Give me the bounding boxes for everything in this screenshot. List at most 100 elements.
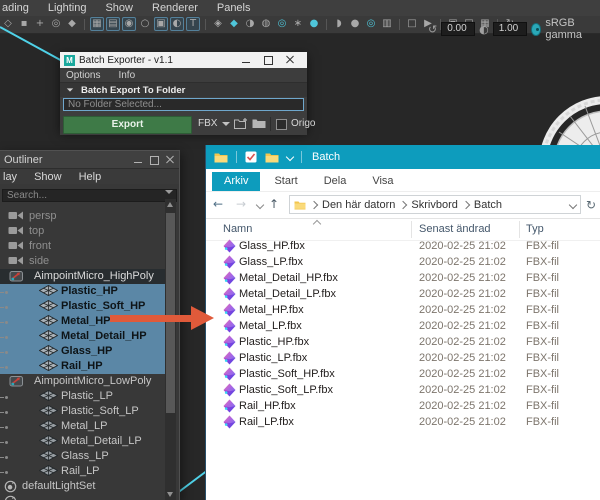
point-snap-icon[interactable]: ◉ (122, 17, 136, 31)
outliner-item-top[interactable]: top (0, 224, 165, 239)
format-dropdown-caret-icon[interactable] (222, 122, 230, 126)
half-circle-icon[interactable]: ◗ (332, 17, 346, 31)
rotate-snap-field[interactable]: 0.00 (441, 22, 476, 36)
scrollbar-thumb[interactable] (166, 213, 175, 413)
wireframe-display-icon[interactable]: ◎ (275, 17, 289, 31)
up-icon[interactable]: ↑ (269, 197, 279, 211)
batch-exporter-menu-item[interactable]: Info (118, 70, 135, 81)
folder-path-field[interactable] (63, 98, 304, 111)
outliner-item-Plastic_LP[interactable]: Plastic_LP (0, 389, 165, 404)
rotate-snap-icon[interactable]: ↺ (428, 23, 437, 36)
outliner-item-Metal_HP[interactable]: Metal_HP (0, 314, 165, 329)
maya-menu-item[interactable]: Panels (217, 2, 251, 14)
file-row[interactable]: Rail_HP.fbx 2020-02-25 21:02 FBX-fil (206, 398, 600, 414)
file-row[interactable]: Rail_LP.fbx 2020-02-25 21:02 FBX-fil (206, 414, 600, 430)
ribbon-tab-visa[interactable]: Visa (360, 172, 405, 191)
address-dropdown-caret-icon[interactable] (568, 200, 578, 209)
half-tool-icon[interactable]: ◐ (170, 17, 184, 31)
shaded-display-icon[interactable]: ◑ (243, 17, 257, 31)
select-box-icon[interactable]: □ (405, 17, 419, 31)
sphere-display-icon[interactable]: ● (307, 17, 321, 31)
recent-locations-caret-icon[interactable] (255, 200, 265, 210)
outliner-item-AimpointMicro_LowPoly[interactable]: AimpointMicro_LowPoly (0, 374, 165, 389)
outliner-item-Metal_Detail_HP[interactable]: Metal_Detail_HP (0, 329, 165, 344)
outliner-menu-item[interactable]: Show (34, 171, 62, 183)
cube-display-icon[interactable]: ◆ (227, 17, 241, 31)
open-folder-icon[interactable] (252, 117, 266, 132)
file-row[interactable]: Plastic_LP.fbx 2020-02-25 21:02 FBX-fil (206, 350, 600, 366)
file-row[interactable]: Metal_Detail_LP.fbx 2020-02-25 21:02 FBX-f… (206, 286, 600, 302)
scale-snap-field[interactable]: 1.00 (492, 22, 527, 36)
export-button[interactable]: Export (63, 116, 192, 134)
file-row[interactable]: Glass_HP.fbx 2020-02-25 21:02 FBX-fil (206, 238, 600, 254)
breadcrumb[interactable]: Den här datorn Skrivbord Batch (309, 199, 502, 211)
scroll-down-icon[interactable] (167, 492, 173, 497)
target-tool-icon[interactable]: ◎ (49, 17, 63, 31)
back-icon[interactable]: ← (213, 197, 223, 211)
outliner-scrollbar[interactable] (165, 199, 176, 500)
minimize-icon[interactable] (239, 55, 261, 65)
maximize-icon[interactable] (261, 55, 283, 65)
outliner-item-Rail_HP[interactable]: Rail_HP (0, 359, 165, 374)
lattice-icon[interactable]: ◈ (211, 17, 225, 31)
new-folder-icon[interactable] (234, 117, 249, 133)
maya-menu-item[interactable]: Show (105, 2, 133, 14)
file-row[interactable]: Metal_LP.fbx 2020-02-25 21:02 FBX-fil (206, 318, 600, 334)
outliner-item-Metal_Detail_LP[interactable]: Metal_Detail_LP (0, 434, 165, 449)
dot-icon[interactable]: ● (348, 17, 362, 31)
file-row[interactable]: Plastic_HP.fbx 2020-02-25 21:02 FBX-fil (206, 334, 600, 350)
ribbon-tab-start[interactable]: Start (262, 172, 309, 191)
minimize-icon[interactable] (131, 155, 147, 165)
batch-export-section-header[interactable]: Batch Export To Folder (60, 82, 307, 97)
format-dropdown[interactable]: FBX (198, 118, 217, 129)
origo-checkbox[interactable] (276, 119, 287, 130)
outliner-item-front[interactable]: front (0, 239, 165, 254)
column-header-name[interactable]: Namn (223, 223, 252, 235)
file-row[interactable]: Glass_LP.fbx 2020-02-25 21:02 FBX-fil (206, 254, 600, 270)
grid-snap-icon[interactable]: ▦ (90, 17, 104, 31)
textured-display-icon[interactable]: ◍ (259, 17, 273, 31)
file-row[interactable]: Plastic_Soft_HP.fbx 2020-02-25 21:02 FBX-f… (206, 366, 600, 382)
add-tool-icon[interactable]: + (33, 17, 47, 31)
color-management-icon[interactable] (530, 22, 542, 36)
refresh-icon[interactable]: ↻ (586, 198, 596, 212)
circle-tool-icon[interactable]: ○ (138, 17, 152, 31)
outliner-item-Plastic_Soft_LP[interactable]: Plastic_Soft_LP (0, 404, 165, 419)
close-icon[interactable] (283, 55, 305, 65)
column-header-modified[interactable]: Senast ändrad (419, 223, 491, 235)
column-divider[interactable] (519, 221, 520, 238)
outliner-item-Plastic_HP[interactable]: Plastic_HP (0, 284, 165, 299)
light-display-icon[interactable]: ∗ (291, 17, 305, 31)
solid-diamond-tool-icon[interactable]: ◆ (65, 17, 79, 31)
maya-menu-item[interactable]: ading (2, 2, 29, 14)
batch-exporter-titlebar[interactable]: M Batch Exporter - v1.1 (60, 52, 307, 68)
maya-menu-item[interactable]: Renderer (152, 2, 198, 14)
properties-check-icon[interactable] (245, 151, 257, 163)
outliner-item-persp[interactable]: persp (0, 209, 165, 224)
stripes-icon[interactable]: ▥ (380, 17, 394, 31)
qat-customize-caret-icon[interactable] (285, 152, 295, 162)
outliner-item-Glass_LP[interactable]: Glass_LP (0, 449, 165, 464)
outliner-item-partial[interactable] (0, 494, 165, 500)
diamond-tool-icon[interactable]: ◇ (1, 17, 15, 31)
explorer-titlebar[interactable]: Batch (206, 145, 600, 169)
outliner-item-Plastic_Soft_HP[interactable]: Plastic_Soft_HP (0, 299, 165, 314)
address-bar[interactable]: Den här datorn Skrivbord Batch (289, 195, 581, 214)
gamma-selector[interactable]: sRGB gamma (545, 17, 600, 41)
column-header-type[interactable]: Typ (526, 223, 544, 235)
outliner-item-side[interactable]: side (0, 254, 165, 269)
outliner-item-defaultLightSet[interactable]: defaultLightSet (0, 479, 165, 494)
scale-snap-icon[interactable]: ◐ (479, 23, 489, 36)
outliner-menu-item[interactable]: lay (3, 171, 17, 183)
forward-icon[interactable]: → (236, 197, 246, 211)
outliner-menu-item[interactable]: Help (79, 171, 102, 183)
outliner-item-Glass_HP[interactable]: Glass_HP (0, 344, 165, 359)
maya-menu-item[interactable]: Lighting (48, 2, 87, 14)
file-row[interactable]: Metal_HP.fbx 2020-02-25 21:02 FBX-fil (206, 302, 600, 318)
outliner-item-Rail_LP[interactable]: Rail_LP (0, 464, 165, 479)
scroll-up-icon[interactable] (167, 202, 173, 207)
batch-exporter-menu-item[interactable]: Options (66, 70, 100, 81)
maximize-icon[interactable] (147, 155, 163, 165)
file-row[interactable]: Plastic_Soft_LP.fbx 2020-02-25 21:02 FBX-f… (206, 382, 600, 398)
search-filter-caret-icon[interactable] (165, 190, 173, 194)
